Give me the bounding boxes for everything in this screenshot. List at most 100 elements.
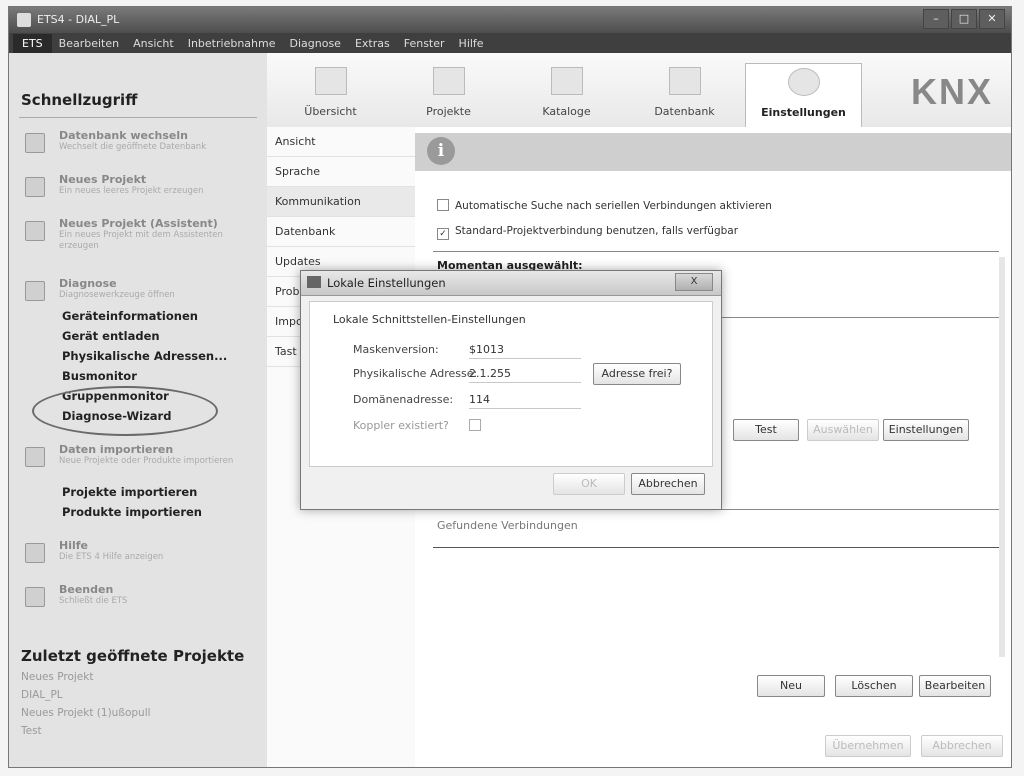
nav-datenbank[interactable]: Datenbank bbox=[267, 217, 415, 247]
checkbox-standard-verbindung[interactable]: ✓ Standard-Projektverbindung benutzen, fa… bbox=[437, 225, 738, 240]
action-title: Datenbank wechseln bbox=[59, 129, 188, 142]
recent-project-item[interactable]: Neues Projekt bbox=[21, 671, 93, 683]
link-produkte-importieren[interactable]: Produkte importieren bbox=[62, 505, 202, 519]
tab-label: Einstellungen bbox=[761, 106, 846, 119]
physikalische-adresse-label: Physikalische Adresse: bbox=[353, 367, 478, 380]
scrollbar[interactable] bbox=[999, 257, 1005, 657]
menu-ansicht[interactable]: Ansicht bbox=[126, 37, 181, 50]
link-projekte-importieren[interactable]: Projekte importieren bbox=[62, 485, 197, 499]
dialog-icon bbox=[307, 276, 321, 288]
import-icon bbox=[25, 447, 45, 467]
menu-diagnose[interactable]: Diagnose bbox=[283, 37, 348, 50]
maximize-button[interactable]: □ bbox=[951, 9, 977, 29]
ok-button[interactable]: OK bbox=[553, 473, 625, 495]
window-controls: – □ ✕ bbox=[923, 9, 1005, 29]
nav-sprache[interactable]: Sprache bbox=[267, 157, 415, 187]
menu-inbetriebnahme[interactable]: Inbetriebnahme bbox=[181, 37, 283, 50]
wizard-icon bbox=[25, 221, 45, 241]
test-button[interactable]: Test bbox=[733, 419, 799, 441]
tab-datenbank[interactable]: Datenbank bbox=[627, 63, 742, 127]
highlight-oval bbox=[32, 386, 218, 436]
menu-fenster[interactable]: Fenster bbox=[397, 37, 452, 50]
loeschen-button[interactable]: Löschen bbox=[835, 675, 913, 697]
maskenversion-label: Maskenversion: bbox=[353, 343, 439, 356]
action-beenden[interactable]: Beenden Schließt die ETS bbox=[19, 583, 259, 613]
physikalische-adresse-value[interactable]: 2.1.255 bbox=[469, 367, 581, 383]
auswaehlen-button[interactable]: Auswählen bbox=[807, 419, 879, 441]
uebernehmen-button[interactable]: Übernehmen bbox=[825, 735, 911, 757]
dialog-title: Lokale Einstellungen bbox=[327, 276, 446, 290]
link-geraeteinformationen[interactable]: Geräteinformationen bbox=[62, 309, 198, 323]
info-banner: i bbox=[415, 133, 1011, 171]
exit-icon bbox=[25, 587, 45, 607]
adresse-frei-button[interactable]: Adresse frei? bbox=[593, 363, 681, 385]
menu-hilfe[interactable]: Hilfe bbox=[452, 37, 491, 50]
checkbox-box-checked[interactable]: ✓ bbox=[437, 228, 449, 240]
tab-label: Projekte bbox=[426, 105, 471, 118]
database-icon bbox=[25, 133, 45, 153]
tab-einstellungen[interactable]: Einstellungen bbox=[745, 63, 862, 128]
action-neues-projekt[interactable]: Neues Projekt Ein neues leeres Projekt e… bbox=[19, 173, 259, 203]
action-neues-projekt-assistent[interactable]: Neues Projekt (Assistent) Ein neues Proj… bbox=[19, 217, 259, 257]
action-daten-importieren[interactable]: Daten importieren Neue Projekte oder Pro… bbox=[19, 443, 259, 483]
new-project-icon bbox=[25, 177, 45, 197]
action-desc: Ein neues Projekt mit dem Assistenten er… bbox=[59, 230, 223, 251]
menu-bearbeiten[interactable]: Bearbeiten bbox=[52, 37, 126, 50]
abbrechen-button[interactable]: Abbrechen bbox=[921, 735, 1003, 757]
link-busmonitor[interactable]: Busmonitor bbox=[62, 369, 137, 383]
abbrechen-button[interactable]: Abbrechen bbox=[631, 473, 705, 495]
catalog-icon bbox=[550, 67, 583, 95]
checkbox-auto-suche[interactable]: Automatische Suche nach seriellen Verbin… bbox=[437, 199, 772, 212]
action-title: Hilfe bbox=[59, 539, 88, 552]
recent-project-item[interactable]: DIAL_PL bbox=[21, 689, 63, 701]
found-connections-label: Gefundene Verbindungen bbox=[437, 519, 578, 532]
action-datenbank-wechseln[interactable]: Datenbank wechseln Wechselt die geöffnet… bbox=[19, 129, 259, 159]
main-toolbar: Übersicht Projekte Kataloge Datenbank Ei… bbox=[267, 53, 1011, 128]
recent-project-item[interactable]: Neues Projekt (1)ußopull bbox=[21, 707, 151, 719]
diagnose-icon bbox=[25, 281, 45, 301]
close-button[interactable]: ✕ bbox=[979, 9, 1005, 29]
recent-project-item[interactable]: Test bbox=[21, 725, 42, 737]
overview-icon bbox=[314, 67, 347, 95]
info-icon: i bbox=[427, 137, 455, 165]
action-desc: Neue Projekte oder Produkte importieren bbox=[59, 456, 234, 466]
domaenenadresse-value: 114 bbox=[469, 393, 581, 409]
tab-uebersicht[interactable]: Übersicht bbox=[273, 63, 388, 127]
link-geraet-entladen[interactable]: Gerät entladen bbox=[62, 329, 160, 343]
recent-projects-title: Zuletzt geöffnete Projekte bbox=[21, 647, 245, 665]
knx-logo: KNX bbox=[910, 71, 993, 112]
bearbeiten-button[interactable]: Bearbeiten bbox=[919, 675, 991, 697]
menu-ets[interactable]: ETS bbox=[13, 33, 52, 53]
checkbox-box[interactable] bbox=[437, 199, 449, 211]
action-diagnose[interactable]: Diagnose Diagnosewerkzeuge öffnen bbox=[19, 277, 259, 307]
action-title: Neues Projekt bbox=[59, 173, 147, 186]
einstellungen-button[interactable]: Einstellungen bbox=[883, 419, 969, 441]
dialog-close-button[interactable]: X bbox=[675, 273, 713, 291]
gear-icon bbox=[787, 68, 820, 96]
checkbox-label: Automatische Suche nach seriellen Verbin… bbox=[455, 200, 772, 212]
divider bbox=[19, 117, 257, 118]
nav-ansicht[interactable]: Ansicht bbox=[267, 127, 415, 157]
action-hilfe[interactable]: Hilfe Die ETS 4 Hilfe anzeigen bbox=[19, 539, 259, 569]
koppler-existiert-label: Koppler existiert? bbox=[353, 419, 449, 432]
link-physikalische-adressen[interactable]: Physikalische Adressen... bbox=[62, 349, 227, 363]
lokale-einstellungen-dialog: Lokale Einstellungen X Lokale Schnittste… bbox=[300, 270, 722, 510]
action-desc: Ein neues leeres Projekt erzeugen bbox=[59, 186, 204, 196]
divider bbox=[433, 547, 999, 548]
minimize-button[interactable]: – bbox=[923, 9, 949, 29]
tab-kataloge[interactable]: Kataloge bbox=[509, 63, 624, 127]
nav-kommunikation[interactable]: Kommunikation bbox=[267, 187, 415, 217]
koppler-existiert-checkbox[interactable] bbox=[469, 419, 481, 431]
checkbox-label: Standard-Projektverbindung benutzen, fal… bbox=[455, 225, 739, 237]
action-desc: Die ETS 4 Hilfe anzeigen bbox=[59, 552, 164, 562]
dialog-group-title: Lokale Schnittstellen-Einstellungen bbox=[333, 313, 526, 326]
sidebar-title: Schnellzugriff bbox=[21, 91, 138, 109]
tab-label: Übersicht bbox=[304, 105, 357, 118]
action-title: Diagnose bbox=[59, 277, 117, 290]
neu-button[interactable]: Neu bbox=[757, 675, 825, 697]
projects-icon bbox=[432, 67, 465, 95]
tab-projekte[interactable]: Projekte bbox=[391, 63, 506, 127]
dialog-title-bar: Lokale Einstellungen X bbox=[301, 271, 721, 296]
menu-extras[interactable]: Extras bbox=[348, 37, 397, 50]
app-icon bbox=[17, 13, 31, 27]
